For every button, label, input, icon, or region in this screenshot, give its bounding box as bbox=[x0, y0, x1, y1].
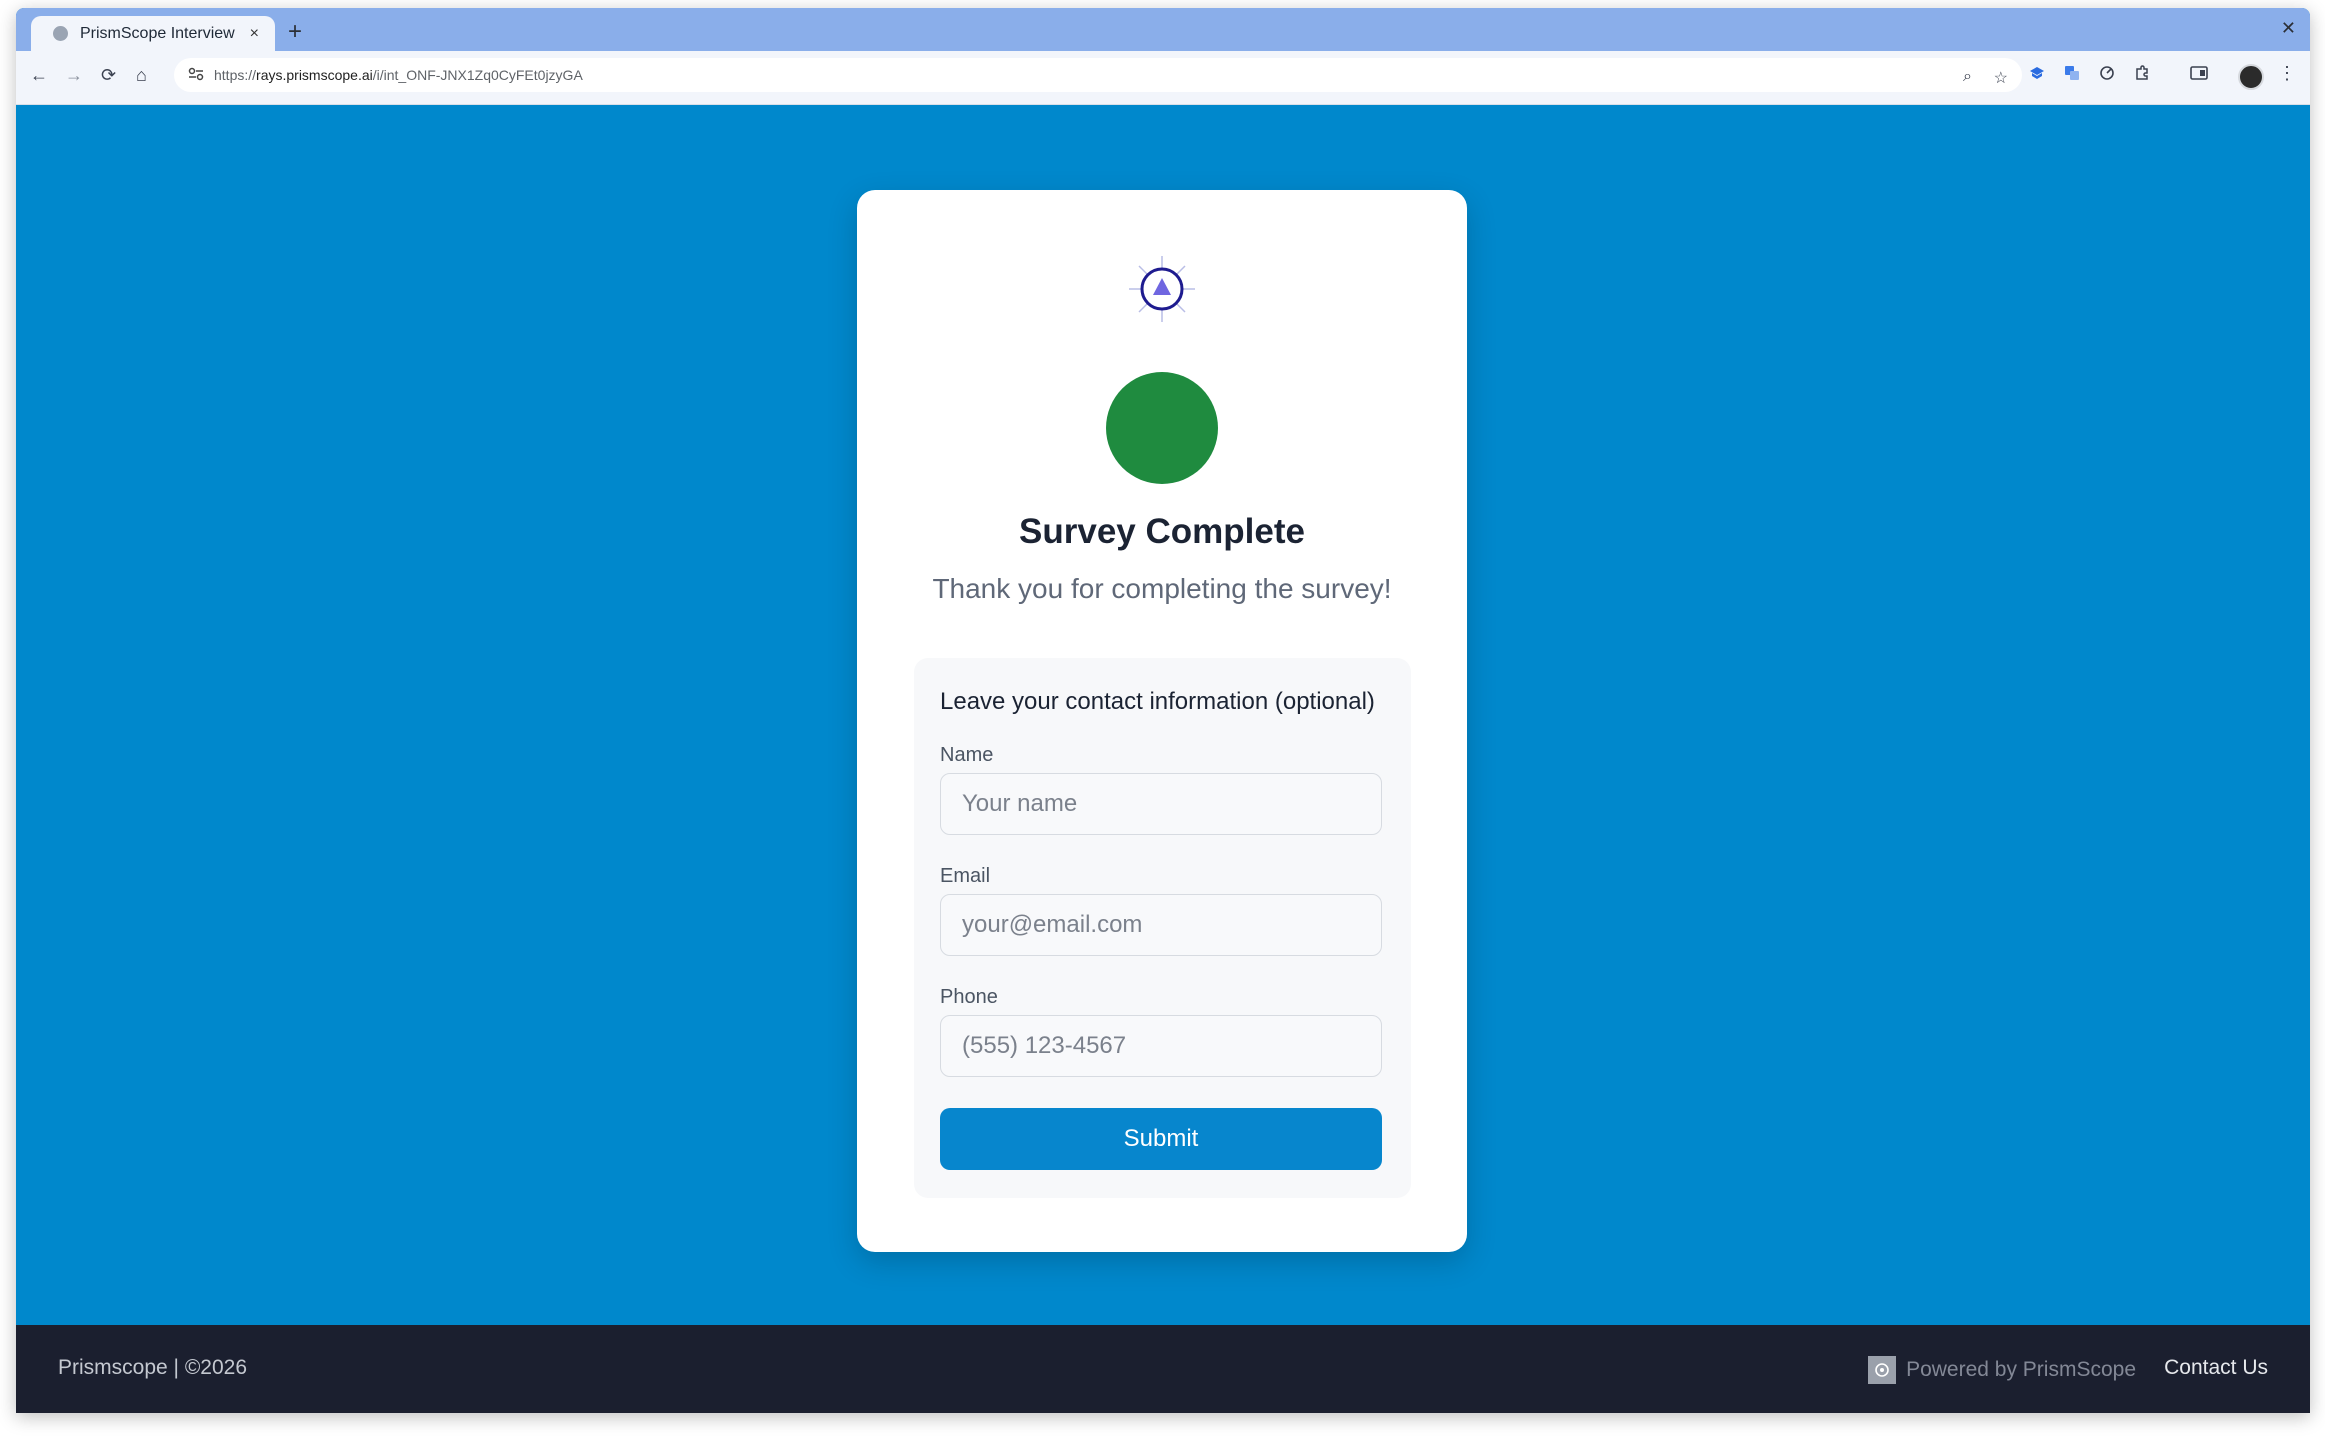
tab-prismscope-interview[interactable]: PrismScope Interview × bbox=[31, 16, 275, 51]
window-close-icon[interactable]: ✕ bbox=[2281, 18, 2296, 39]
browser-menu-icon[interactable]: ⋮ bbox=[2278, 63, 2296, 84]
page-content: Survey Complete Thank you for completing… bbox=[16, 104, 2310, 1334]
tab-title: PrismScope Interview bbox=[80, 24, 235, 42]
home-icon[interactable]: ⌂ bbox=[136, 65, 147, 86]
page-title: Survey Complete bbox=[1019, 512, 1305, 551]
address-bar[interactable]: https://rays.prismscope.ai/i/int_ONF-JNX… bbox=[174, 58, 2022, 92]
success-indicator bbox=[1106, 372, 1218, 484]
extensions-puzzle-icon[interactable] bbox=[2134, 65, 2150, 86]
prismscope-logo-icon bbox=[1129, 256, 1195, 322]
footer-copyright: Prismscope | ©2026 bbox=[58, 1356, 248, 1379]
name-input[interactable] bbox=[940, 773, 1382, 835]
reload-icon[interactable]: ⟳ bbox=[101, 65, 116, 86]
browser-toolbar: ← → ⟳ ⌂ https://rays.prismscope.ai/i/int… bbox=[16, 51, 2310, 105]
zoom-icon[interactable]: ⌕ bbox=[1963, 68, 1972, 86]
browser-window: PrismScope Interview × + ✕ ← → ⟳ ⌂ https… bbox=[16, 8, 2310, 1413]
extension-3-icon[interactable] bbox=[2099, 65, 2115, 86]
globe-icon bbox=[53, 26, 68, 41]
email-label: Email bbox=[940, 865, 991, 887]
tab-strip: PrismScope Interview × + ✕ bbox=[16, 8, 2310, 51]
bookmark-star-icon[interactable]: ☆ bbox=[1994, 68, 2008, 88]
url-text: https://rays.prismscope.ai/i/int_ONF-JNX… bbox=[214, 67, 583, 83]
back-icon[interactable]: ← bbox=[30, 65, 48, 86]
tab-close-icon[interactable]: × bbox=[250, 25, 259, 43]
powered-by-text: Powered by PrismScope bbox=[1906, 1358, 2136, 1381]
forward-icon[interactable]: → bbox=[65, 65, 83, 86]
contact-us-link[interactable]: Contact Us bbox=[2164, 1356, 2268, 1380]
profile-avatar[interactable] bbox=[2238, 64, 2264, 90]
page-footer: Prismscope | ©2026 Powered by PrismScope… bbox=[16, 1325, 2310, 1413]
thank-you-message: Thank you for completing the survey! bbox=[932, 573, 1392, 604]
name-label: Name bbox=[940, 744, 994, 766]
powered-by[interactable]: Powered by PrismScope bbox=[1868, 1356, 2136, 1384]
prismscope-small-logo-icon bbox=[1868, 1356, 1897, 1384]
site-settings-icon[interactable] bbox=[188, 67, 204, 84]
contact-form: Leave your contact information (optional… bbox=[914, 658, 1411, 1198]
email-input[interactable] bbox=[940, 894, 1382, 956]
side-panel-icon[interactable] bbox=[2190, 65, 2208, 86]
translate-icon[interactable] bbox=[2064, 65, 2080, 86]
contact-form-heading: Leave your contact information (optional… bbox=[940, 688, 1375, 715]
extension-1-icon[interactable] bbox=[2029, 65, 2045, 86]
phone-input[interactable] bbox=[940, 1015, 1382, 1077]
new-tab-icon[interactable]: + bbox=[288, 18, 302, 46]
phone-label: Phone bbox=[940, 986, 998, 1008]
survey-complete-card: Survey Complete Thank you for completing… bbox=[857, 190, 1467, 1252]
submit-button[interactable]: Submit bbox=[940, 1108, 1382, 1170]
